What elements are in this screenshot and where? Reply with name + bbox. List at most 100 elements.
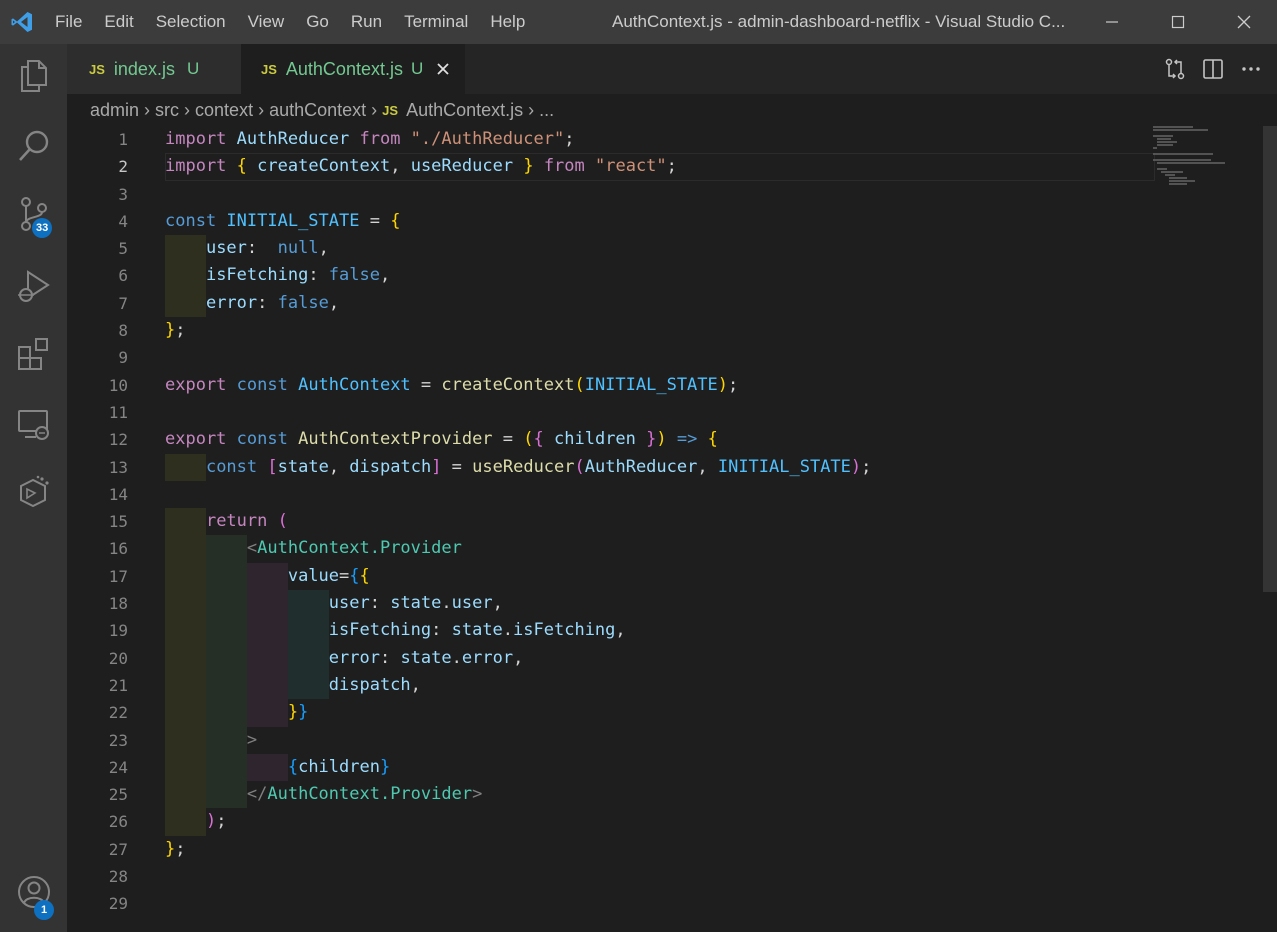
- code-token: }: [523, 156, 534, 177]
- open-changes-icon[interactable]: [1161, 55, 1189, 83]
- code-area[interactable]: import AuthReducer from "./AuthReducer";…: [165, 126, 1165, 918]
- code-token: const: [236, 374, 299, 395]
- code-token: from: [359, 129, 411, 149]
- breadcrumb-item[interactable]: authContext: [269, 100, 366, 121]
- code-token: const: [205, 456, 268, 477]
- code-line[interactable]: dispatch,: [165, 671, 1165, 700]
- breadcrumb-item[interactable]: admin: [90, 100, 139, 121]
- code-line[interactable]: user: state.user,: [165, 590, 1165, 618]
- code-line[interactable]: );: [165, 808, 1165, 836]
- code-line[interactable]: error: false,: [165, 289, 1165, 318]
- line-number: 23: [108, 730, 128, 750]
- code-line[interactable]: import { createContext, useReducer } fro…: [165, 153, 1155, 181]
- code-token: ,: [697, 456, 718, 477]
- line-number: 10: [108, 375, 128, 395]
- code-line[interactable]: value={{: [165, 562, 1165, 591]
- line-number: 27: [108, 839, 128, 859]
- code-token: .: [451, 647, 462, 668]
- code-token: ): [205, 811, 217, 832]
- tab-authcontext-js[interactable]: JS AuthContext.js U: [241, 44, 465, 94]
- menu-go[interactable]: Go: [295, 0, 340, 44]
- search-icon[interactable]: [0, 116, 67, 176]
- code-line[interactable]: [165, 399, 1165, 426]
- code-line[interactable]: [165, 863, 1165, 890]
- code-line[interactable]: [165, 344, 1165, 371]
- code-line[interactable]: [165, 890, 1165, 917]
- minimap[interactable]: [1153, 126, 1263, 186]
- maximize-button[interactable]: [1145, 0, 1211, 44]
- code-token: value: [287, 565, 340, 586]
- code-line[interactable]: error: state.error,: [165, 644, 1165, 672]
- code-token: </: [246, 784, 268, 805]
- code-line[interactable]: };: [165, 836, 1165, 863]
- menu-help[interactable]: Help: [479, 0, 536, 44]
- code-token: isFetching: [513, 620, 616, 641]
- code-token: ,: [379, 265, 391, 286]
- chevron-right-icon: ›: [528, 99, 535, 120]
- code-line[interactable]: import AuthReducer from "./AuthReducer";: [165, 126, 1165, 153]
- close-window-button[interactable]: [1211, 0, 1277, 44]
- code-line[interactable]: user: null,: [165, 235, 1165, 263]
- code-editor[interactable]: 1 2 3 4 5 6 7 8 9 10 11 12 13 14 15 16 17 18 19 20 21 22 23 24 2…: [67, 126, 1277, 932]
- vertical-scrollbar[interactable]: [1263, 126, 1277, 592]
- code-line[interactable]: >: [165, 726, 1165, 754]
- run-debug-icon[interactable]: [0, 256, 67, 316]
- code-token: }: [646, 429, 657, 450]
- code-token: import: [165, 156, 237, 177]
- breadcrumb-item[interactable]: context: [195, 100, 253, 121]
- code-token: useReducer: [410, 156, 514, 177]
- activity-bar: 33 1: [0, 44, 67, 932]
- remote-explorer-icon[interactable]: [0, 394, 67, 454]
- extensions-icon[interactable]: [0, 324, 67, 384]
- code-line[interactable]: [165, 481, 1165, 508]
- code-line[interactable]: };: [165, 317, 1165, 344]
- code-token: ;: [175, 838, 186, 859]
- code-token: error: [461, 647, 514, 668]
- line-number: 5: [118, 239, 128, 259]
- line-number: 7: [118, 293, 128, 313]
- menu-view[interactable]: View: [237, 0, 296, 44]
- source-control-badge: 33: [32, 218, 53, 238]
- line-number: 17: [108, 566, 128, 586]
- code-line[interactable]: {children}: [165, 753, 1165, 782]
- code-line[interactable]: isFetching: state.isFetching,: [165, 617, 1165, 645]
- code-token: ]: [431, 456, 442, 477]
- breadcrumb-symbols[interactable]: ...: [539, 100, 554, 121]
- menu-terminal[interactable]: Terminal: [393, 0, 479, 44]
- explorer-icon[interactable]: [0, 46, 67, 106]
- tab-index-js[interactable]: JS index.js U: [67, 44, 241, 94]
- close-tab-icon[interactable]: [433, 59, 453, 79]
- code-line[interactable]: isFetching: false,: [165, 262, 1165, 290]
- split-editor-icon[interactable]: [1199, 55, 1227, 83]
- code-line[interactable]: <AuthContext.Provider: [165, 535, 1165, 563]
- source-control-icon[interactable]: 33: [0, 184, 67, 244]
- accounts-icon[interactable]: 1: [0, 862, 67, 922]
- code-line[interactable]: export const AuthContext = createContext…: [165, 372, 1165, 399]
- more-actions-icon[interactable]: [1237, 55, 1265, 83]
- code-line[interactable]: const [state, dispatch] = useReducer(Aut…: [165, 453, 1165, 481]
- code-line[interactable]: return (: [165, 508, 1165, 536]
- code-line[interactable]: [165, 181, 1165, 208]
- code-token: {: [359, 565, 370, 586]
- menu-edit[interactable]: Edit: [93, 0, 144, 44]
- code-token: createContext: [257, 156, 391, 177]
- docker-testing-icon[interactable]: [0, 462, 67, 522]
- line-number: 16: [108, 539, 128, 559]
- menu-selection[interactable]: Selection: [145, 0, 237, 44]
- breadcrumb-item[interactable]: src: [155, 100, 179, 121]
- menu-file[interactable]: File: [44, 0, 93, 44]
- menu-run[interactable]: Run: [340, 0, 393, 44]
- code-line[interactable]: </AuthContext.Provider>: [165, 781, 1165, 809]
- breadcrumb-file[interactable]: AuthContext.js: [406, 100, 523, 121]
- code-line[interactable]: export const AuthContextProvider = ({ ch…: [165, 426, 1165, 453]
- code-line[interactable]: const INITIAL_STATE = {: [165, 208, 1165, 235]
- minimize-button[interactable]: [1079, 0, 1145, 44]
- code-line[interactable]: }}: [165, 699, 1165, 727]
